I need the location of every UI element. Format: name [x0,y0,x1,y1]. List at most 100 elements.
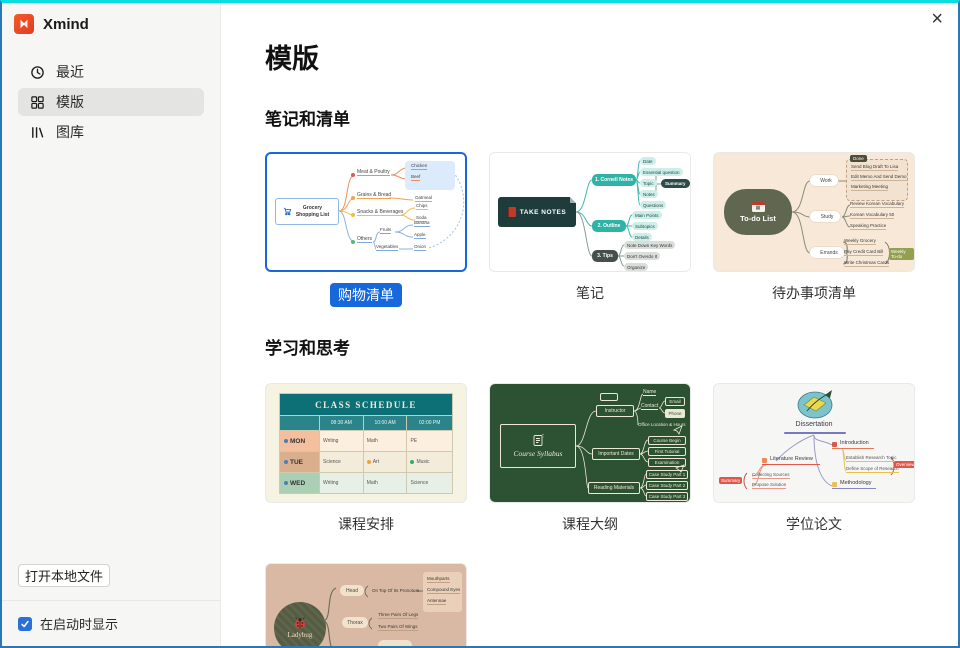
template-card-dissertation[interactable]: Dissertation Introduction Establish Rese… [713,383,915,503]
schedule-cell: Writing [320,431,364,452]
topic: Collecting Sources [752,472,790,479]
template-card-grocery-list[interactable]: Grocery Shopping List Meat & Poultry Chi… [265,152,467,272]
open-local-file-button[interactable]: 打开本地文件 [18,564,110,587]
topic: Two Pairs Of Wings [378,624,418,631]
time-header: 08:30 AM [320,416,364,431]
topic: Subtopics [632,222,658,230]
weekly-todo-tag: Weekly To-do [889,248,914,260]
topic: Thorax [342,617,368,628]
schedule-corner [280,416,320,431]
mindmap-central-topic: Course Syllabus [500,424,576,468]
marker-dot [351,213,355,217]
subject-label: Music [416,459,429,465]
template-card-take-notes[interactable]: TAKE NOTES 1. Cornell Notes Date Essenti… [489,152,691,272]
topic: Ladybug [288,631,313,639]
topic: Head [340,585,364,596]
day-label: WED [290,480,305,487]
topic: Notes [640,190,658,198]
day-icon [284,439,288,443]
topic: Grocery Shopping List [294,205,332,218]
notebook-icon [508,207,516,217]
schedule-cell: Math [363,473,407,494]
topic: Introduction [840,440,869,447]
topic: To-do List [740,214,776,223]
day-label: TUE [290,459,303,466]
topic: Instructor [596,405,634,417]
template-card-ladybug[interactable]: Ladybug Head On Top Of Its Pronotum Mout… [265,563,467,646]
topic: Work [810,175,838,186]
app-header: Xmind [2,3,220,44]
day-cell: WED [280,473,320,494]
sidebar-nav: 最近 模版 图库 [2,44,220,148]
topic: Compound Eyes [427,587,460,594]
main-panel: × 模版 笔记和清单 [221,3,958,646]
mindmap-partial-topic [378,640,412,646]
topic: Establish Research Topic [846,455,896,462]
topic: Snacks & Beverages [357,209,403,216]
cards-row-2: CLASS SCHEDULE 08:30 AM 10:00 AM 02:00 P… [265,383,958,503]
topic: Chicken [411,163,427,170]
topic: TAKE NOTES [520,209,566,216]
marker-square [832,442,837,447]
topic: Review Korean Vocabulary [850,201,904,208]
mindmap-central-topic: ▦ To-do List [724,189,792,235]
branch-underline [832,488,876,489]
calendar-icon: ▦ [752,202,765,212]
close-icon[interactable]: × [931,9,943,29]
topic: Don't Overdo It [624,252,660,260]
template-card-course-syllabus[interactable]: Course Syllabus Instructor Name Contact … [489,383,691,503]
schedule-cell: Writing [320,473,364,494]
show-on-startup-row: 在启动时显示 [2,601,220,646]
mindmap-central-topic: Grocery Shopping List [275,198,339,225]
sidebar: Xmind 最近 模版 图库 打开本地文件 在启动时显示 [2,3,221,646]
topic: Essential question [640,168,683,176]
template-card-class-schedule[interactable]: CLASS SCHEDULE 08:30 AM 10:00 AM 02:00 P… [265,383,467,503]
topic: Pay Credit Card Bill [844,249,883,256]
summary-tag: Summary [719,477,742,484]
sidebar-item-gallery[interactable]: 图库 [18,118,204,146]
xmind-template-window: Xmind 最近 模版 图库 打开本地文件 在启动时显示 [0,0,960,648]
topic: Methodology [840,480,872,487]
topic: Questions [640,201,666,209]
template-card-todo-list[interactable]: ▦ To-do List Done Work Send Blog Draft T… [713,152,915,272]
topic: Oatmeal [415,195,432,202]
template-label: 课程大纲 [489,514,691,534]
show-on-startup-checkbox[interactable] [18,617,32,631]
day-label: MON [290,438,305,445]
section-title-notes-lists: 笔记和清单 [265,109,958,131]
topic: Email [665,397,685,406]
day-cell: TUE [280,452,320,473]
time-header: 02:00 PM [407,416,453,431]
topic: Apple [414,232,426,239]
topic: Write Christmas Cards [844,260,889,267]
folded-corner [570,197,576,203]
topic: 2. Outline [592,220,626,232]
subject-icon [410,460,414,464]
topic: Three Pairs Of Legs [378,612,418,619]
topic: Onion [414,244,426,251]
topic: Speaking Practice [850,223,886,230]
section-title-study-thinking: 学习和思考 [265,338,958,360]
topic: Others [357,236,372,243]
topic: Chips [416,203,428,210]
topic: Office Location & Hours [638,422,685,428]
topic: Fruits [380,227,391,234]
topic: Organize [624,263,648,271]
topic: Antennae [427,598,446,605]
topic: Banana [414,220,430,227]
cards-row-1: Grocery Shopping List Meat & Poultry Chi… [265,152,958,272]
sidebar-item-templates[interactable]: 模版 [18,88,204,116]
topic: 3. Tips [592,250,618,262]
topic: Reading Materials [588,482,640,494]
sidebar-item-label: 模版 [56,92,84,112]
marker-dot [351,240,355,244]
sidebar-item-recent[interactable]: 最近 [18,58,204,86]
page-title: 模版 [265,42,958,76]
sidebar-bottom: 打开本地文件 在启动时显示 [2,564,220,646]
topic: Marketing Meeting [851,184,888,191]
schedule-cell: Math [363,431,407,452]
topic: Edit Memo And Send Demo [851,174,907,181]
template-label: 课程安排 [265,514,467,534]
show-on-startup-label: 在启动时显示 [40,614,118,633]
topic: Mouthparts [427,576,450,583]
